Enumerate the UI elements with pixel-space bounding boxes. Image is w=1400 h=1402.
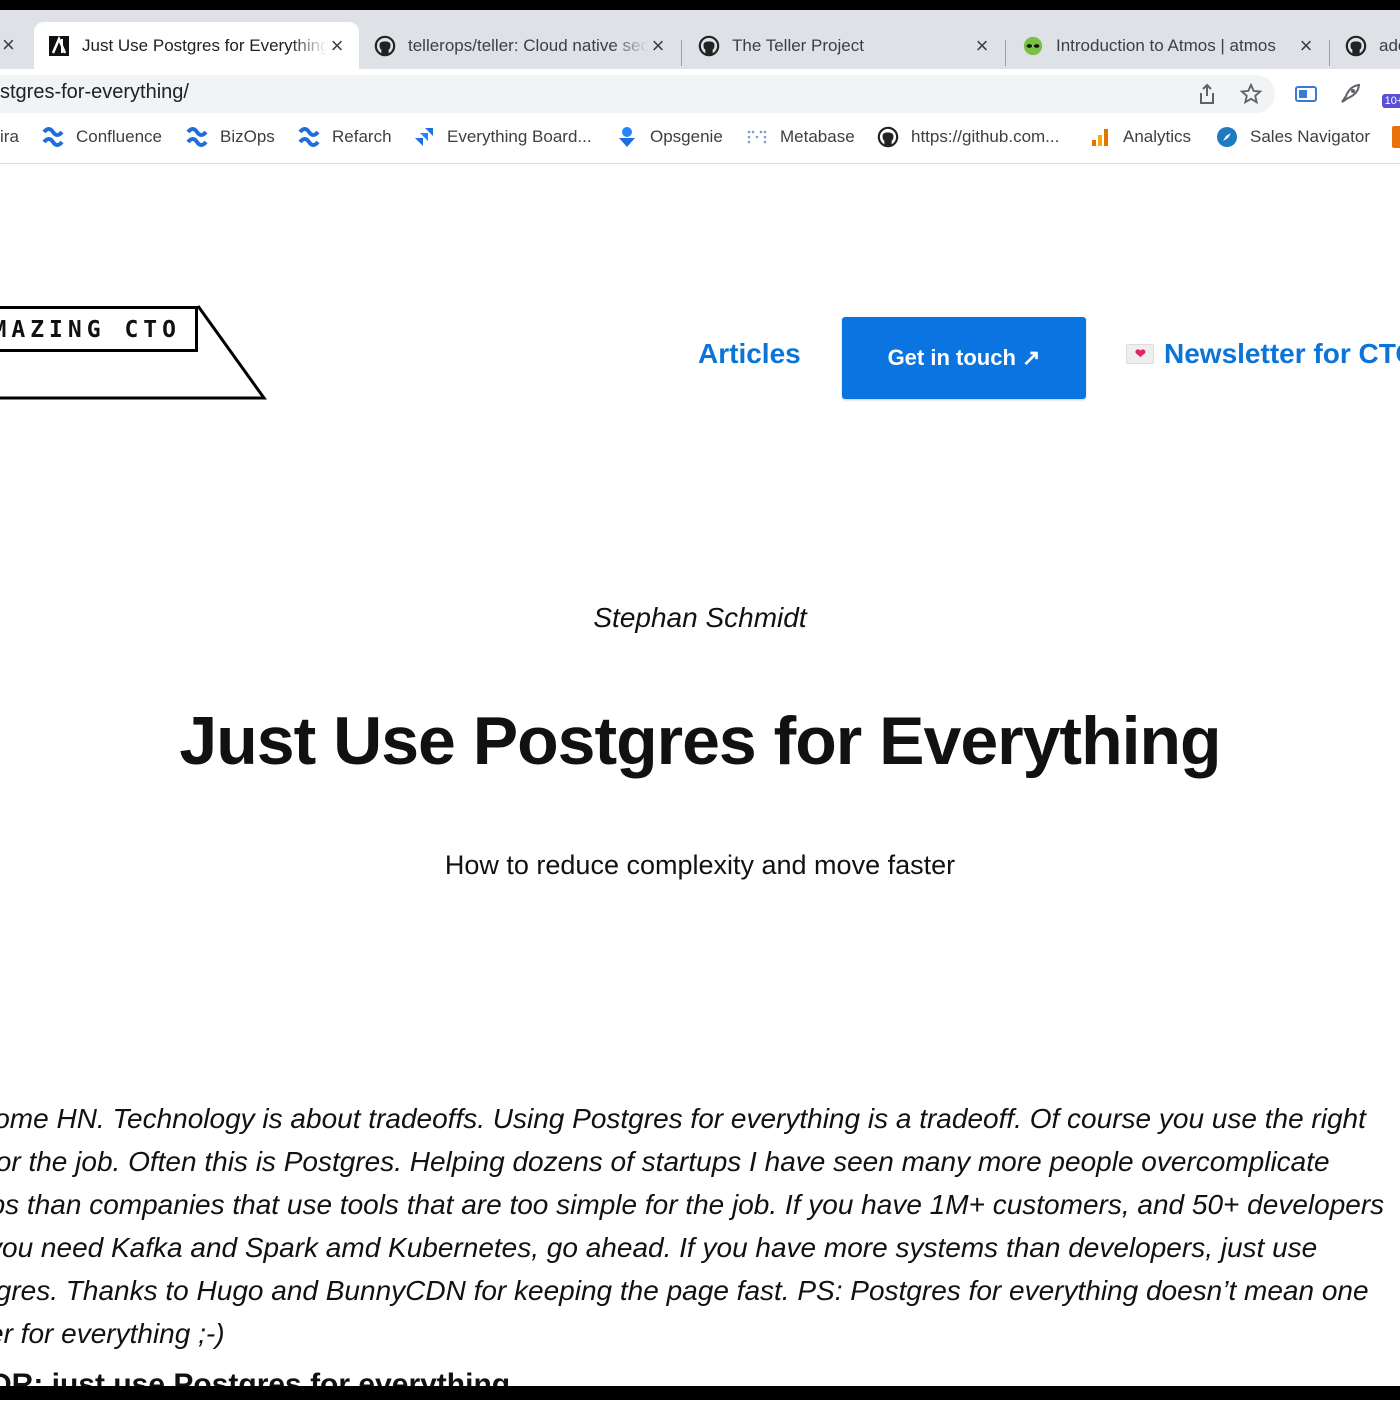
newsletter-link[interactable]: ❤ Newsletter for CTO [1126,338,1400,370]
github-icon [1345,35,1367,57]
confluence-icon [42,126,64,148]
site-logo[interactable]: MAZING CTO [0,306,198,352]
tab-separator [1005,40,1006,66]
url-text[interactable]: stgres-for-everything/ [0,81,189,104]
nav-articles-link[interactable]: Articles [698,338,801,370]
tab-ado[interactable]: ado [1331,22,1400,69]
bookmark-github[interactable]: https://github.com... [877,119,1059,155]
tab-teller-github[interactable]: tellerops/teller: Cloud native secrets × [360,22,680,69]
amazing-cto-icon [48,35,70,57]
window-top-edge [0,0,1400,10]
jira-board-icon [413,126,435,148]
close-tab-icon[interactable]: × [972,33,992,59]
bookmark-refarch[interactable]: Refarch [298,119,392,155]
bookmark-label: Everything Board... [447,127,592,146]
bookmark-confluence[interactable]: Confluence [42,119,162,155]
tab-atmos[interactable]: Introduction to Atmos | atmos × [1008,22,1328,69]
github-icon [877,126,899,148]
intro-line: l for the job. Often this is Postgres. H… [0,1146,1330,1177]
intro-line: ver for everything ;-) [0,1318,225,1349]
tab-title: The Teller Project [732,35,864,55]
bookmark-label: https://github.com... [911,127,1060,146]
tab-title: tellerops/teller: Cloud native secrets [408,35,648,55]
intro-line: ups than companies that use tools that a… [0,1189,1385,1220]
close-tab-icon[interactable]: × [2,32,15,58]
metabase-icon [746,126,768,148]
omnibox[interactable] [0,75,1275,113]
tab-title: Introduction to Atmos | atmos [1056,35,1276,55]
close-tab-icon[interactable]: × [327,33,347,59]
bookmark-jira[interactable]: ira [0,119,19,155]
intro-line: l you need Kafka and Spark amd Kubernete… [0,1232,1318,1263]
extension-outlook-icon[interactable] [1294,82,1318,106]
tab-title: ado [1379,35,1400,55]
article-title: Just Use Postgres for Everything [179,703,1221,779]
compass-icon [1216,126,1238,148]
get-in-touch-button[interactable]: Get in touch ↗ [842,317,1086,399]
tab-separator [1329,40,1330,66]
github-icon [374,35,396,57]
extension-rocket-icon[interactable] [1338,82,1362,106]
extension-badge-icon[interactable]: 10+ [1380,82,1400,108]
confluence-icon [186,126,208,148]
tab-separator [681,40,682,66]
intro-paragraph: lcome HN. Technology is about tradeoffs.… [0,1097,1400,1355]
article-subtitle: How to reduce complexity and move faster [444,850,956,880]
bookmark-star-icon[interactable] [1239,82,1263,106]
tab-just-use-postgres[interactable]: Just Use Postgres for Everything × [34,22,359,69]
bookmark-label: ira [0,127,19,146]
opsgenie-icon [616,126,638,148]
bookmark-label: Opsgenie [650,127,723,146]
share-icon[interactable] [1195,82,1219,106]
bookmark-label: BizOps [220,127,275,146]
tab-teller-project[interactable]: The Teller Project × [684,22,1004,69]
bookmarks-bar: ira Confluence BizOps Refarch Everything… [0,119,1400,164]
tab-strip: × Just Use Postgres for Everything × tel… [0,10,1400,69]
bookmark-label: Metabase [780,127,855,146]
bookmark-sales-navigator[interactable]: Sales Navigator [1216,119,1370,155]
bookmark-label: Analytics [1123,127,1192,146]
alien-icon [1022,35,1044,57]
bookmark-opsgenie[interactable]: Opsgenie [616,119,723,155]
bookmark-label: Sales Navigator [1250,127,1371,146]
newsletter-label: Newsletter for CTO [1164,338,1400,369]
bookmark-analytics[interactable]: Analytics [1089,119,1191,155]
bookmark-everything-board[interactable]: Everything Board... [413,119,592,155]
bookmark-label: Confluence [76,127,163,146]
window-bottom-edge [0,1386,1400,1400]
intro-line: lcome HN. Technology is about tradeoffs.… [0,1103,1366,1134]
heart-letter-icon: ❤ [1126,344,1154,364]
bookmark-bizops[interactable]: BizOps [186,119,275,155]
bookmark-label: Refarch [332,127,392,146]
tab-title: Just Use Postgres for Everything [82,35,327,55]
address-bar-area [0,69,1400,119]
close-tab-icon[interactable]: × [648,33,668,59]
github-icon [698,35,720,57]
bookmark-metabase[interactable]: Metabase [746,119,855,155]
confluence-icon [298,126,320,148]
author-name: Stephan Schmidt [593,602,807,633]
bookmark-overflow[interactable] [1392,119,1400,155]
close-tab-icon[interactable]: × [1296,33,1316,59]
intro-line: stgres. Thanks to Hugo and BunnyCDN for … [0,1275,1369,1306]
analytics-icon [1089,126,1111,148]
extension-badge: 10+ [1381,94,1400,108]
bookmark-icon [1392,126,1400,148]
